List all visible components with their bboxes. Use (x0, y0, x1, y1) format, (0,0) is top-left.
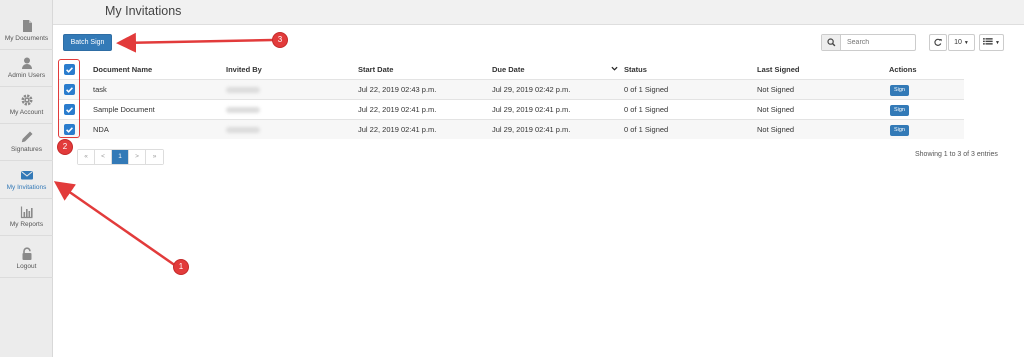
search-addon (822, 35, 841, 50)
document-name: task (93, 85, 107, 94)
annotation-arrow-1 (53, 181, 177, 268)
caret-down-icon: ▼ (995, 40, 1000, 46)
invited-by (226, 100, 260, 119)
column-header-start-date[interactable]: Start Date (358, 60, 393, 79)
sign-button[interactable]: Sign (890, 125, 909, 136)
sort-chevron-icon (611, 60, 618, 79)
sidebar-item-label: My Reports (9, 221, 44, 228)
column-header-last-signed[interactable]: Last Signed (757, 60, 800, 79)
search-icon (827, 38, 836, 47)
redacted-name (226, 107, 260, 114)
first-page-button[interactable]: « (78, 150, 95, 164)
sign-button[interactable]: Sign (890, 85, 909, 96)
start-date: Jul 22, 2019 02:43 p.m. (358, 85, 437, 94)
list-icon (983, 38, 993, 45)
select-all-checkbox[interactable] (64, 64, 75, 75)
column-header-due-date[interactable]: Due Date (492, 60, 525, 79)
current-page-button[interactable]: 1 (112, 150, 129, 164)
sidebar-item-my-account[interactable]: My Account (0, 88, 53, 124)
columns-dropdown[interactable]: ▼ (979, 34, 1004, 51)
user-icon (21, 57, 32, 69)
redacted-name (226, 87, 260, 94)
document-name: NDA (93, 125, 109, 134)
start-date: Jul 22, 2019 02:41 p.m. (358, 125, 437, 134)
row-checkbox[interactable] (64, 104, 75, 115)
check-icon (66, 67, 73, 73)
refresh-button[interactable] (929, 34, 947, 51)
status: 0 of 1 Signed (624, 125, 669, 134)
sidebar-item-label: My Invitations (6, 184, 47, 191)
pen-icon (21, 131, 32, 143)
row-checkbox[interactable] (64, 84, 75, 95)
table-row: task Jul 22, 2019 02:43 p.m. Jul 29, 201… (59, 79, 964, 99)
last-signed: Not Signed (757, 125, 795, 134)
annotation-badge-1: 1 (174, 260, 188, 274)
gear-icon (21, 94, 32, 106)
sidebar-item-label: Admin Users (7, 72, 46, 79)
document-icon (22, 20, 32, 32)
prev-page-button[interactable]: < (95, 150, 112, 164)
check-icon (66, 127, 73, 133)
due-date: Jul 29, 2019 02:41 p.m. (492, 105, 571, 114)
status: 0 of 1 Signed (624, 85, 669, 94)
table-row: NDA Jul 22, 2019 02:41 p.m. Jul 29, 2019… (59, 119, 964, 139)
last-signed: Not Signed (757, 85, 795, 94)
sidebar-item-admin-users[interactable]: Admin Users (0, 51, 53, 87)
last-signed: Not Signed (757, 105, 795, 114)
due-date: Jul 29, 2019 02:42 p.m. (492, 85, 571, 94)
search-input[interactable] (842, 35, 914, 50)
invited-by (226, 120, 260, 139)
table-header-row: Document Name Invited By Start Date Due … (59, 60, 964, 79)
column-header-invited-by[interactable]: Invited By (226, 60, 262, 79)
next-page-button[interactable]: > (129, 150, 146, 164)
table-row: Sample Document Jul 22, 2019 02:41 p.m. … (59, 99, 964, 119)
sidebar: My Documents Admin Users My Account Sign… (0, 0, 53, 357)
sidebar-item-label: Signatures (10, 146, 43, 153)
sidebar-item-my-invitations[interactable]: My Invitations (0, 163, 53, 199)
sidebar-item-my-documents[interactable]: My Documents (0, 14, 53, 50)
lock-icon (22, 247, 31, 260)
redacted-name (226, 127, 260, 134)
sidebar-item-my-reports[interactable]: My Reports (0, 200, 53, 236)
page-size-dropdown[interactable]: 10 ▼ (948, 34, 975, 51)
sidebar-item-label: My Documents (4, 35, 49, 42)
annotation-badge-3: 3 (273, 33, 287, 47)
annotation-overlay: 3 2 1 (0, 0, 1024, 357)
check-icon (66, 107, 73, 113)
column-header-actions: Actions (889, 65, 917, 74)
document-name: Sample Document (93, 105, 155, 114)
column-header-document-name[interactable]: Document Name (93, 60, 152, 79)
last-page-button[interactable]: » (146, 150, 163, 164)
page-size-value: 10 (954, 39, 962, 46)
page-header: My Invitations (53, 0, 1024, 25)
sign-button[interactable]: Sign (890, 105, 909, 116)
invited-by (226, 80, 260, 99)
bar-chart-icon (20, 206, 33, 219)
check-icon (66, 87, 73, 93)
sidebar-item-signatures[interactable]: Signatures (0, 125, 53, 161)
sidebar-item-label: Logout (16, 263, 37, 270)
envelope-icon (20, 171, 33, 180)
due-date: Jul 29, 2019 02:41 p.m. (492, 125, 571, 134)
annotation-arrow-3 (116, 32, 274, 53)
page-title: My Invitations (105, 4, 182, 18)
refresh-icon (934, 38, 942, 46)
pagination-summary: Showing 1 to 3 of 3 entries (915, 151, 998, 158)
sidebar-item-label: My Account (9, 109, 44, 116)
row-checkbox[interactable] (64, 124, 75, 135)
status: 0 of 1 Signed (624, 105, 669, 114)
column-header-status[interactable]: Status (624, 60, 647, 79)
annotation-badge-2: 2 (58, 140, 72, 154)
search-group (821, 34, 916, 51)
start-date: Jul 22, 2019 02:41 p.m. (358, 105, 437, 114)
pagination: « < 1 > » (77, 149, 164, 165)
sidebar-item-logout[interactable]: Logout (0, 242, 53, 278)
caret-down-icon: ▼ (963, 40, 969, 46)
annotation-arrows (53, 32, 274, 268)
batch-sign-button[interactable]: Batch Sign (63, 34, 112, 51)
